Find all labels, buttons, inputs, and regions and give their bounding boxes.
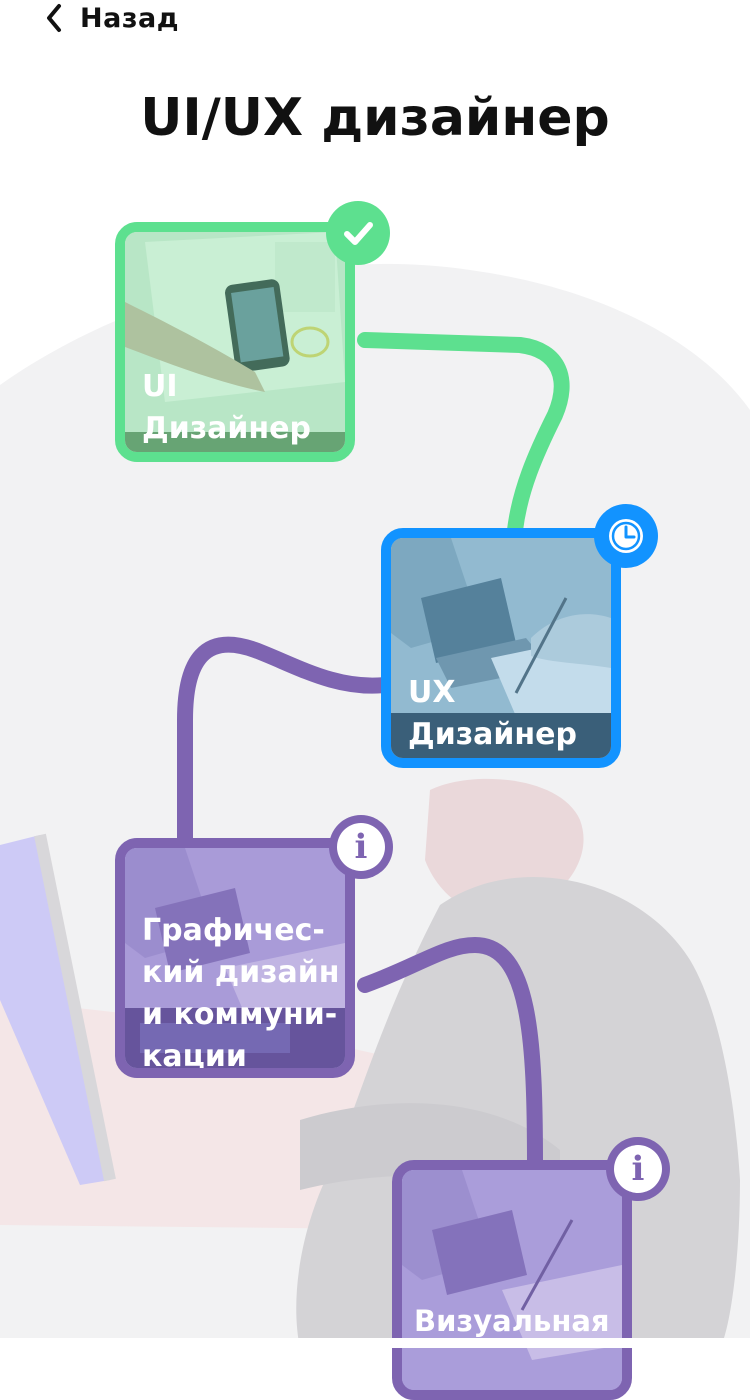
card-label: UI Дизайнер [142,369,311,446]
card-ui-designer[interactable]: UI Дизайнер [115,222,355,462]
status-badge-completed [326,201,390,265]
back-button[interactable]: Назад [44,0,179,36]
card-label: Визуальная [414,1304,610,1338]
status-badge-info[interactable]: i [329,815,393,879]
back-label: Назад [80,2,180,34]
chevron-left-icon [47,4,61,32]
card-ux-designer[interactable]: UX Дизайнер [381,528,621,768]
info-icon: i [614,1145,662,1193]
card-visual[interactable]: Визуальная [392,1160,632,1400]
card-label: UX Дизайнер [408,675,577,752]
page-title: UI/UX дизайнер [140,88,610,148]
card-label: Графичес- кий дизайн и коммуни- кации [142,913,340,1074]
card-photo [402,1170,622,1390]
bottom-edge [0,1338,750,1348]
status-badge-info[interactable]: i [606,1137,670,1201]
clock-icon [609,519,643,553]
checkmark-icon [344,222,373,245]
status-badge-in-progress [594,504,658,568]
card-graphic-design[interactable]: Графичес- кий дизайн и коммуни- кации [115,838,355,1078]
info-icon: i [337,823,385,871]
